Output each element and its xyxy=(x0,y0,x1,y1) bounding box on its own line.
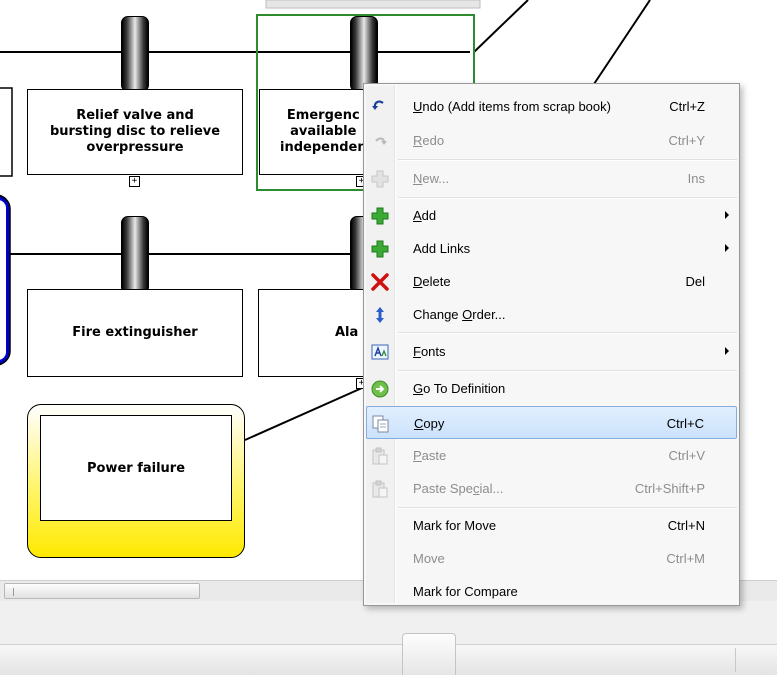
menu-item-shortcut: Ctrl+C xyxy=(666,416,704,431)
copy-icon xyxy=(371,414,391,434)
bottom-panel xyxy=(0,601,777,675)
event-power-failure[interactable]: Power failure xyxy=(27,404,245,558)
menu-item-label: Mark for Move xyxy=(413,518,497,533)
menu-item-shortcut: Ctrl+N xyxy=(667,518,705,533)
add-links-icon xyxy=(370,239,390,259)
menu-item-paste-special[interactable]: Paste Special... Ctrl+Shift+P xyxy=(366,472,737,505)
menu-item-fonts[interactable]: Fonts xyxy=(366,335,737,368)
menu-item-label: Mark for Compare xyxy=(413,584,518,599)
menu-item-mark-for-compare[interactable]: Mark for Compare xyxy=(366,575,737,608)
menu-item-mark-for-move[interactable]: Mark for Move Ctrl+N xyxy=(366,509,737,542)
paste-special-icon xyxy=(370,479,390,499)
context-menu: Undo (Add items from scrap book) Ctrl+Z … xyxy=(363,83,740,606)
menu-item-label: Change Order... xyxy=(413,307,506,322)
menu-item-label: Delete xyxy=(413,274,451,289)
scrollbar-thumb[interactable] xyxy=(4,583,200,599)
menu-item-shortcut: Ctrl+Shift+P xyxy=(634,481,705,496)
new-icon xyxy=(370,169,390,189)
menu-item-label: Redo xyxy=(413,133,445,148)
panel-tab[interactable] xyxy=(402,633,456,675)
event-label: Power failure xyxy=(40,415,232,521)
menu-item-label: Add xyxy=(413,208,437,223)
change-order-icon xyxy=(370,305,390,325)
add-icon xyxy=(370,206,390,226)
go-to-definition-icon xyxy=(370,379,390,399)
menu-item-new[interactable]: New... Ins xyxy=(366,162,737,195)
menu-item-shortcut: Ctrl+V xyxy=(668,448,705,463)
expand-toggle[interactable]: + xyxy=(129,176,140,187)
menu-item-shortcut: Ctrl+Y xyxy=(668,133,705,148)
undo-icon xyxy=(370,97,390,117)
submenu-arrow-icon xyxy=(725,244,729,252)
menu-item-label: Add Links xyxy=(413,241,471,256)
menu-item-paste[interactable]: Paste Ctrl+V xyxy=(366,439,737,472)
menu-item-label: Move xyxy=(413,551,445,566)
submenu-arrow-icon xyxy=(725,347,729,355)
barrier-connector xyxy=(121,216,149,294)
delete-icon xyxy=(370,272,390,292)
menu-separator xyxy=(398,159,737,161)
menu-item-label: New... xyxy=(413,171,450,186)
menu-item-label: Paste xyxy=(413,448,447,463)
menu-item-move[interactable]: Move Ctrl+M xyxy=(366,542,737,575)
menu-item-undo[interactable]: Undo (Add items from scrap book) Ctrl+Z xyxy=(366,90,737,123)
submenu-arrow-icon xyxy=(725,211,729,219)
menu-item-delete[interactable]: Delete Del xyxy=(366,265,737,298)
redo-icon xyxy=(370,131,390,151)
menu-item-go-to-definition[interactable]: Go To Definition xyxy=(366,372,737,405)
menu-item-copy[interactable]: Copy Ctrl+C xyxy=(366,406,737,439)
menu-item-label: Go To Definition xyxy=(413,381,506,396)
barrier-relief-valve[interactable]: Relief valve and bursting disc to reliev… xyxy=(27,89,243,175)
menu-item-change-order[interactable]: Change Order... xyxy=(366,298,737,331)
menu-item-label: Undo (Add items from scrap book) xyxy=(413,99,611,114)
menu-separator xyxy=(398,332,737,334)
menu-item-label: Fonts xyxy=(413,344,446,359)
menu-item-label: Paste Special... xyxy=(413,481,504,496)
status-divider xyxy=(735,648,736,672)
paste-icon xyxy=(370,446,390,466)
status-band xyxy=(0,644,777,675)
barrier-connector xyxy=(121,16,149,92)
menu-item-shortcut: Ins xyxy=(687,171,705,186)
menu-item-shortcut: Del xyxy=(685,274,705,289)
barrier-fire-extinguisher[interactable]: Fire extinguisher xyxy=(27,289,243,377)
menu-item-shortcut: Ctrl+Z xyxy=(669,99,705,114)
menu-item-add-links[interactable]: Add Links xyxy=(366,232,737,265)
menu-item-add[interactable]: Add xyxy=(366,199,737,232)
menu-item-shortcut: Ctrl+M xyxy=(666,551,705,566)
fonts-icon xyxy=(370,342,390,362)
grip-icon xyxy=(13,588,16,596)
menu-item-label: Copy xyxy=(414,416,445,431)
menu-item-redo[interactable]: Redo Ctrl+Y xyxy=(366,124,737,157)
